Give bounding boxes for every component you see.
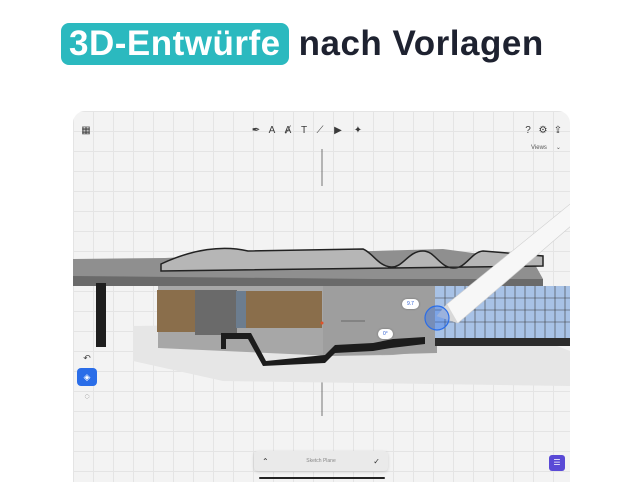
help-icon[interactable]: ? [522,125,534,137]
lasso-icon[interactable]: ◌ [77,387,97,405]
wood-panel-left [157,290,195,332]
sketch-plane-bar[interactable]: ⌃ Sketch Plane ✓ [254,451,388,471]
pen-icon[interactable]: ✒ [250,125,262,137]
chevron-down-icon: ⌄ [555,145,561,151]
settings-icon[interactable]: ⚙ [537,125,549,137]
headline: 3D-Entwürfe nach Vorlagen [61,22,544,66]
notes-icon[interactable]: ☰ [549,455,565,471]
checkmark-icon[interactable]: ✓ [373,457,380,466]
angle-badge[interactable]: 0° [378,329,393,339]
marker-icon[interactable]: Ⱥ [282,125,294,137]
snap-target [424,305,450,331]
snap-point [320,321,324,325]
views-dropdown[interactable]: Views ⌄ [531,144,561,151]
video-icon[interactable]: ▶ [332,125,344,137]
home-indicator [259,477,385,479]
window-strip [236,291,246,328]
building-model[interactable] [73,111,570,482]
plane-icon[interactable]: ◈ [77,368,97,386]
dark-panel [195,290,237,335]
wood-panel-right [246,291,322,328]
grid-icon[interactable]: ▦ [80,125,92,137]
sparkle-icon[interactable]: ✦ [352,125,364,137]
text-icon[interactable]: T [298,125,310,137]
share-icon[interactable]: ⇪ [552,125,564,137]
sketch-plane-label: Sketch Plane [306,458,336,464]
undo-icon[interactable]: ↶ [77,349,97,367]
length-badge[interactable]: 9.7 [402,299,419,309]
ruler-icon[interactable]: ⟋ [314,125,326,137]
headline-rest: nach Vorlagen [298,24,544,63]
headline-highlight: 3D-Entwürfe [61,23,289,65]
pencil-icon[interactable]: A [266,125,278,137]
app-canvas[interactable]: ▦ ✒ A Ⱥ T ⟋ ▶ ✦ ? ⚙ ⇪ Views ⌄ ↶ ◈ ◌ 9.7 0… [73,111,570,482]
views-label: Views [531,145,547,151]
pillar [96,283,106,347]
chevron-up-icon[interactable]: ⌃ [262,457,269,466]
